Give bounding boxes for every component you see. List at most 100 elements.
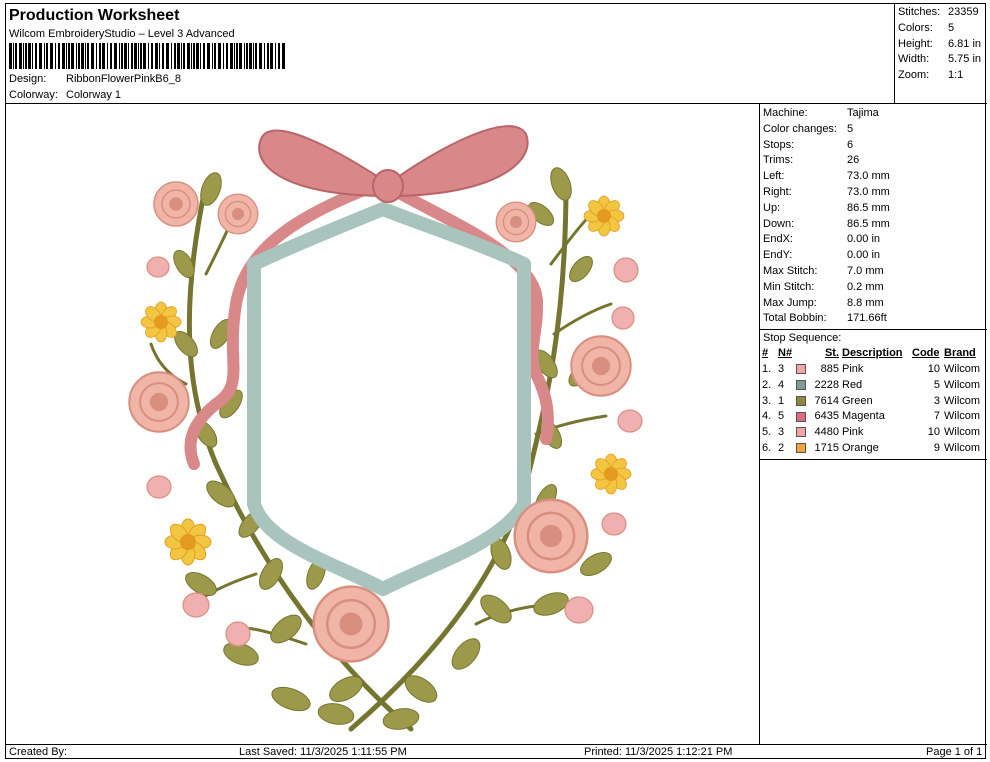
daisy — [590, 453, 632, 495]
barcode-bar — [255, 43, 257, 69]
barcode-bar — [203, 43, 205, 69]
rose — [128, 371, 190, 433]
stop-code: 3 — [933, 394, 940, 407]
barcode-bar — [131, 43, 133, 69]
stop-row: 2. 4 2228 Red 5 Wilcom — [762, 377, 986, 393]
barcode-bar — [253, 43, 254, 69]
barcode-bar — [246, 43, 248, 69]
machine-label: EndY: — [763, 249, 793, 262]
machine-label: Min Stitch: — [763, 280, 815, 293]
rose-core — [591, 356, 611, 376]
machine-label: Machine: — [763, 107, 808, 119]
colorway-value: Colorway 1 — [66, 89, 122, 101]
barcode-bar — [230, 43, 233, 69]
daisy — [583, 195, 625, 237]
machine-row: Max Stitch: 7.0 mm — [763, 264, 987, 280]
machine-value: 8.8 mm — [847, 296, 884, 309]
col-stitches: St. — [824, 347, 839, 360]
barcode-bar — [223, 43, 224, 69]
barcode — [9, 43, 285, 69]
stop-index: 1. — [762, 363, 772, 376]
machine-row: Machine: Tajima — [763, 106, 987, 122]
color-swatch — [796, 379, 806, 390]
color-swatch — [796, 427, 806, 438]
rose-core — [169, 197, 183, 211]
stat-value: 6.81 in — [948, 37, 982, 50]
stop-stitches: 7614 — [814, 394, 839, 407]
stop-brand: Wilcom — [944, 394, 981, 407]
stop-sequence-table: # N# St. Description Code Brand 1. 3 885 Pi… — [762, 345, 986, 456]
rose-core — [231, 207, 245, 221]
machine-value: 86.5 mm — [847, 217, 890, 230]
machine-value: Tajima — [847, 107, 879, 119]
barcode-bar — [46, 43, 48, 69]
barcode-bar — [174, 43, 176, 69]
stat-value: 1:1 — [948, 69, 964, 82]
stop-needle: 3 — [778, 426, 785, 439]
barcode-bar — [58, 43, 60, 69]
barcode-bar — [62, 43, 65, 69]
barcode-bar — [244, 43, 245, 69]
barcode-bar — [259, 43, 262, 69]
machine-row: Min Stitch: 0.2 mm — [763, 280, 987, 296]
barcode-bar — [66, 43, 67, 69]
stop-description: Green — [842, 394, 873, 407]
barcode-bar — [200, 43, 201, 69]
stop-needle: 4 — [778, 378, 785, 391]
barcode-bar — [121, 43, 123, 69]
stat-value: 23359 — [948, 6, 979, 18]
stop-sequence-title: Stop Sequence: — [760, 329, 987, 345]
bud — [617, 409, 643, 433]
machine-value: 0.00 in — [847, 249, 881, 262]
stop-brand: Wilcom — [944, 426, 981, 439]
stop-row: 1. 3 885 Pink 10 Wilcom — [762, 361, 986, 377]
barcode-bar — [162, 43, 164, 69]
colorway-row: Colorway: Colorway 1 — [9, 89, 121, 101]
bud — [146, 475, 172, 499]
stop-needle: 3 — [778, 363, 785, 376]
barcode-bar — [39, 43, 42, 69]
barcode-bar — [151, 43, 153, 69]
rose — [513, 498, 589, 574]
last-saved: Last Saved: 11/3/2025 1:11:55 PM — [239, 746, 407, 758]
barcode-bar — [214, 43, 216, 69]
leaves — [173, 167, 612, 730]
rose — [217, 193, 259, 235]
worksheet-header: Production Worksheet Wilcom EmbroiderySt… — [6, 4, 895, 104]
machine-label: Total Bobbin: — [763, 312, 827, 325]
stop-stitches: 885 — [820, 363, 839, 376]
stat-row: Zoom: 1:1 — [898, 68, 987, 84]
barcode-bar — [193, 43, 195, 69]
design-preview — [6, 104, 760, 744]
machine-label: Down: — [763, 217, 795, 230]
machine-label: Up: — [763, 201, 781, 214]
color-swatch — [796, 411, 806, 422]
stop-index: 3. — [762, 394, 772, 407]
design-label: Design: — [9, 73, 47, 85]
stop-stitches: 1715 — [814, 442, 839, 455]
leaf — [569, 255, 593, 283]
page-title: Production Worksheet — [9, 7, 180, 24]
rose — [153, 181, 199, 227]
barcode-bar — [19, 43, 22, 69]
bud — [564, 596, 594, 624]
barcode-bar — [55, 43, 56, 69]
machine-row: EndX: 0.00 in — [763, 232, 987, 248]
barcode-bar — [35, 43, 37, 69]
barcode-bar — [143, 43, 146, 69]
machine-row: Down: 86.5 mm — [763, 217, 987, 233]
stop-code: 9 — [933, 442, 940, 455]
barcode-bar — [159, 43, 160, 69]
leaf — [258, 558, 284, 590]
machine-label: Max Jump: — [763, 296, 817, 309]
daisy-center — [597, 209, 611, 223]
barcode-bar — [171, 43, 172, 69]
ribbon-bow — [258, 125, 529, 203]
machine-row: Trims: 26 — [763, 153, 987, 169]
design-stats: Stitches: 23359 Colors: 5 Height: 6.81 in W… — [895, 4, 987, 104]
machine-label: Right: — [763, 185, 792, 198]
daisy — [164, 518, 212, 566]
stop-row: 4. 5 6435 Magenta 7 Wilcom — [762, 409, 986, 425]
daisy-center — [154, 315, 168, 329]
stop-description: Pink — [842, 426, 864, 439]
